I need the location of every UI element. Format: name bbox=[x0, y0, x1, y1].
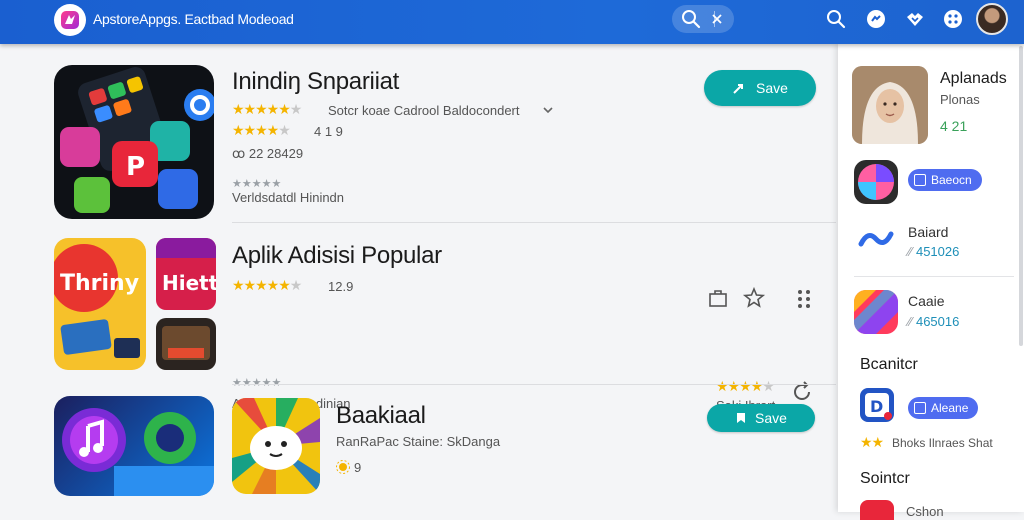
app-icon[interactable]: D bbox=[860, 388, 894, 422]
section-title: Bcanitcr bbox=[860, 356, 918, 373]
search-icon[interactable] bbox=[680, 8, 702, 30]
profile-name: Aplanads bbox=[940, 70, 1007, 87]
item-score-value: 451026 bbox=[915, 244, 960, 259]
chat-icon[interactable] bbox=[865, 8, 887, 30]
item-score-value: 465016 bbox=[915, 314, 960, 329]
rating-value: 4 1 9 bbox=[314, 124, 343, 139]
save-button-label: Save bbox=[755, 410, 787, 426]
rating-text: Bhoks Ilnraes Shat bbox=[892, 436, 993, 450]
tile-text: Thriny bbox=[60, 271, 139, 296]
install-count: ꝏ 22 28429 bbox=[232, 146, 304, 161]
list-item[interactable]: Baakiaal RanRaPac Staine: SkDanga 9 Save bbox=[0, 388, 836, 512]
link-icon: ⁄⁄ bbox=[908, 244, 916, 259]
clear-icon[interactable] bbox=[708, 10, 726, 28]
tile-text: Hiett bbox=[162, 271, 216, 295]
app-title[interactable]: Baakiaal bbox=[336, 402, 426, 430]
apps-icon[interactable] bbox=[942, 8, 964, 30]
save-button[interactable]: Save bbox=[707, 404, 815, 432]
profile-photo[interactable] bbox=[852, 66, 928, 144]
app-icon[interactable] bbox=[156, 318, 216, 370]
save-button[interactable]: Save bbox=[704, 70, 816, 106]
top-app-bar: ApstoreAppgs. Eactbad Modeoad bbox=[0, 0, 1024, 44]
app-icon[interactable] bbox=[860, 500, 894, 520]
list-divider bbox=[232, 222, 836, 223]
app-icon[interactable] bbox=[232, 398, 320, 494]
app-icon[interactable] bbox=[854, 160, 898, 204]
profile-score: 4 21 bbox=[940, 118, 968, 134]
scrollbar[interactable] bbox=[1019, 46, 1023, 346]
more-icon[interactable] bbox=[540, 102, 556, 118]
open-pill-button[interactable]: Baeocn bbox=[908, 169, 982, 191]
rating-stars: ★★★★★★ bbox=[232, 101, 302, 117]
section-title: Sointcr bbox=[860, 470, 910, 487]
rating-value: 9 bbox=[354, 460, 362, 475]
more-options-icon[interactable] bbox=[792, 286, 816, 310]
rating-stars: ★★ bbox=[860, 434, 884, 450]
search-box[interactable] bbox=[672, 5, 734, 33]
rating-text: Sotcr koae Cadrool Baldocondert bbox=[328, 103, 520, 118]
app-icon[interactable]: Hiett bbox=[156, 238, 216, 310]
rating-stars: ★★★★★ bbox=[232, 122, 291, 138]
list-divider bbox=[232, 384, 836, 385]
square-icon bbox=[914, 402, 926, 414]
bookmark-icon bbox=[737, 413, 746, 423]
app-subtitle: RanRaPac Staine: SkDanga bbox=[336, 434, 501, 449]
secondary-rating: ★★★★★ bbox=[232, 178, 282, 190]
link-icon: ⁄⁄ bbox=[908, 314, 916, 329]
item-name[interactable]: Baiard bbox=[908, 224, 948, 240]
profile-subtitle: Plonas bbox=[940, 92, 980, 107]
app-store-logo-icon[interactable] bbox=[54, 4, 86, 36]
item-name[interactable]: Caaie bbox=[908, 293, 945, 309]
rating-value: 12.9 bbox=[328, 279, 354, 294]
star-icon[interactable] bbox=[742, 286, 766, 310]
svg-text:D: D bbox=[870, 397, 883, 416]
search-divider bbox=[714, 11, 715, 27]
pill-label: Aleane bbox=[931, 401, 969, 415]
pill-label: Baeocn bbox=[931, 173, 972, 187]
wave-icon[interactable] bbox=[858, 226, 894, 252]
user-avatar[interactable] bbox=[976, 3, 1008, 35]
app-icon[interactable]: Thriny bbox=[54, 238, 146, 370]
item-score: ⁄⁄ 451026 bbox=[908, 244, 959, 259]
list-item[interactable]: Thriny Hiett Aplik Adisisi Popular ★★★★★… bbox=[0, 226, 836, 413]
app-list: P Inindiŋ Snpariiat ★★★★★★ Sotcr koae Ca… bbox=[0, 44, 836, 512]
search-icon[interactable] bbox=[825, 8, 847, 30]
app-title[interactable]: Inindiŋ Snpariiat bbox=[232, 68, 399, 96]
app-icon[interactable]: P bbox=[54, 65, 214, 219]
app-icon[interactable] bbox=[854, 290, 898, 334]
sun-rating-icon bbox=[336, 460, 350, 474]
list-item[interactable]: P Inindiŋ Snpariiat ★★★★★★ Sotcr koae Ca… bbox=[0, 44, 836, 224]
rating-stars: ★★★★★★ bbox=[232, 277, 302, 293]
handshake-icon[interactable] bbox=[904, 8, 926, 30]
sidebar-divider bbox=[854, 276, 1014, 277]
bag-icon[interactable] bbox=[706, 286, 730, 310]
right-panel: Aplanads Plonas 4 21 Baeocn Baiard ⁄⁄ 45… bbox=[838, 44, 1024, 520]
svg-text:P: P bbox=[126, 152, 145, 182]
share-icon bbox=[733, 84, 744, 94]
item-score: ⁄⁄ 465016 bbox=[908, 314, 959, 329]
square-icon bbox=[914, 174, 926, 186]
app-icon[interactable] bbox=[54, 396, 214, 496]
app-title[interactable]: Aplik Adisisi Popular bbox=[232, 242, 442, 270]
save-button-label: Save bbox=[756, 80, 788, 96]
app-category: Verldsdatdl Hinindn bbox=[232, 190, 345, 205]
app-title: ApstoreAppgs. Eactbad Modeoad bbox=[93, 11, 294, 27]
open-pill-button[interactable]: Aleane bbox=[908, 397, 979, 419]
